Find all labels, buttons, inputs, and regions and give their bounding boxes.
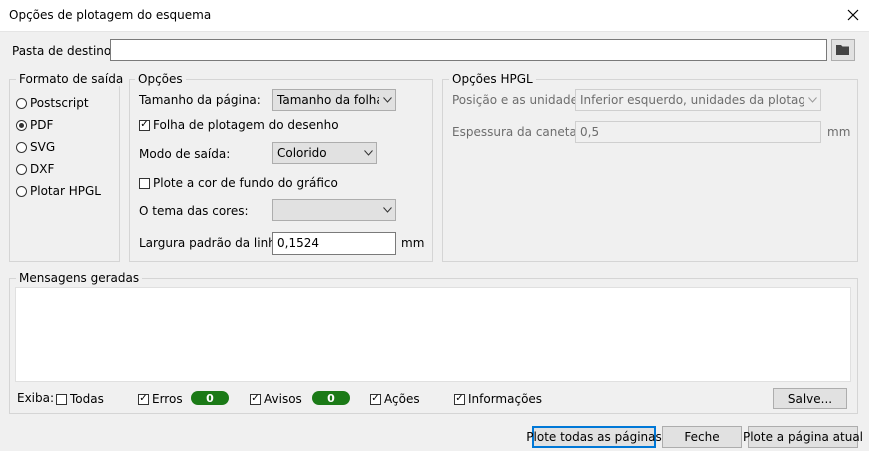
close-dialog-button[interactable]: Feche	[662, 426, 742, 448]
output-format-label: Formato de saída	[16, 72, 127, 86]
radio-svg[interactable]: SVG	[16, 140, 55, 154]
browse-folder-button[interactable]	[831, 39, 855, 61]
background-color-checkbox[interactable]: Plote a cor de fundo do gráfico	[139, 176, 338, 190]
filter-all-checkbox[interactable]: Todas	[56, 392, 104, 406]
filter-actions-checkbox[interactable]: ✓ Ações	[370, 392, 420, 406]
checkbox-box: ✓	[454, 393, 465, 405]
save-messages-button[interactable]: Salve...	[773, 388, 847, 409]
color-theme-select[interactable]	[272, 199, 396, 221]
checkbox-box	[56, 393, 67, 405]
radio-dxf[interactable]: DXF	[16, 162, 54, 176]
chevron-down-icon	[804, 97, 820, 103]
destination-label: Pasta de destino:	[12, 44, 116, 58]
output-mode-select[interactable]: Colorido	[272, 142, 377, 164]
hpgl-pen-label: Espessura da caneta:	[452, 125, 581, 139]
hpgl-options-label: Opções HPGL	[449, 72, 536, 86]
close-button[interactable]	[840, 2, 866, 28]
frame-checkbox[interactable]: ✓ Folha de plotagem do desenho	[139, 118, 339, 132]
checkbox-box: ✓	[139, 119, 150, 131]
line-width-label: Largura padrão da linha:	[139, 236, 288, 250]
hpgl-position-select[interactable]: Inferior esquerdo, unidades da plotagem	[575, 89, 821, 111]
plot-current-page-button[interactable]: Plote a página atual	[743, 426, 863, 448]
chevron-down-icon	[379, 207, 395, 213]
checkbox-box: ✓	[138, 393, 149, 405]
page-size-select[interactable]: Tamanho da folha	[272, 89, 396, 111]
filter-warnings-checkbox[interactable]: ✓ Avisos	[250, 392, 302, 406]
show-label: Exiba:	[17, 391, 55, 405]
warnings-count-badge: 0	[312, 391, 350, 405]
close-icon	[847, 9, 859, 21]
radio-postscript[interactable]: Postscript	[16, 96, 89, 110]
output-mode-label: Modo de saída:	[139, 147, 231, 161]
window-title: Opções de plotagem do esquema	[9, 8, 212, 22]
options-label: Opções	[135, 72, 186, 86]
messages-label: Mensagens geradas	[16, 271, 143, 285]
folder-icon	[836, 45, 849, 55]
filter-info-checkbox[interactable]: ✓ Informações	[454, 392, 542, 406]
radio-hpgl[interactable]: Plotar HPGL	[16, 184, 101, 198]
chevron-down-icon	[360, 150, 376, 156]
plot-all-pages-button[interactable]: Plote todas as páginas	[526, 426, 662, 448]
chevron-down-icon	[379, 97, 395, 103]
errors-count-badge: 0	[191, 391, 229, 405]
color-theme-label: O tema das cores:	[139, 204, 249, 218]
filter-errors-checkbox[interactable]: ✓ Erros	[138, 392, 183, 406]
checkbox-box	[139, 177, 150, 189]
destination-input[interactable]	[110, 39, 827, 61]
hpgl-pen-input[interactable]: 0,5	[575, 121, 821, 143]
hpgl-pen-unit: mm	[827, 125, 851, 139]
checkbox-box: ✓	[250, 393, 261, 405]
line-width-unit: mm	[401, 236, 425, 250]
messages-log[interactable]	[15, 287, 851, 382]
hpgl-position-label: Posição e as unidades:	[452, 93, 589, 107]
page-size-label: Tamanho da página:	[139, 93, 261, 107]
radio-pdf[interactable]: PDF	[16, 118, 53, 132]
line-width-input[interactable]: 0,1524	[272, 232, 396, 255]
checkbox-box: ✓	[370, 393, 381, 405]
